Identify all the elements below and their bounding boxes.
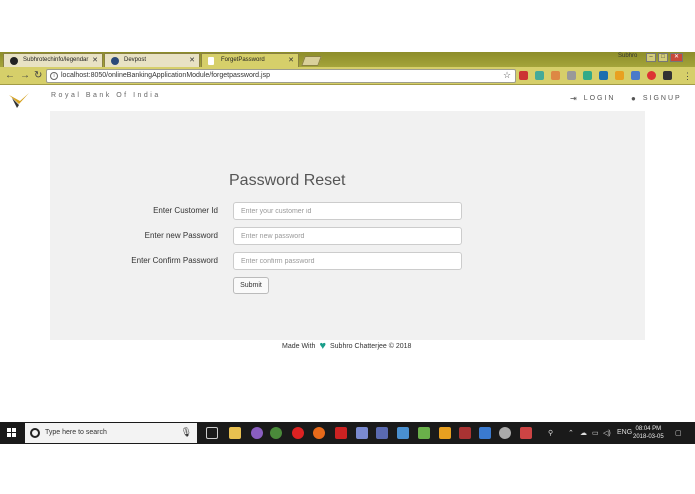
linkedin-icon[interactable]	[599, 71, 608, 80]
new-password-label: Enter new Password	[144, 231, 218, 240]
login-label: LOGIN	[583, 95, 616, 102]
tab-devpost[interactable]: Devpost ✕	[104, 53, 200, 67]
battery-icon[interactable]: ▭	[592, 429, 599, 437]
extension-icon[interactable]	[663, 71, 672, 80]
tab-label: Devpost	[124, 57, 147, 63]
new-password-input[interactable]	[233, 227, 462, 245]
extension-icon[interactable]	[631, 71, 640, 80]
screen: Subhrotechinfo/legendar ✕ Devpost ✕ Forg…	[0, 0, 695, 494]
volume-icon[interactable]: ◁)	[603, 429, 611, 437]
tab-label: Subhrotechinfo/legendar	[23, 57, 89, 63]
tab-forget-password[interactable]: ForgetPassword ✕	[201, 53, 299, 67]
submit-button[interactable]: Submit	[233, 277, 269, 294]
forward-arrow-icon[interactable]: →	[20, 69, 30, 83]
confirm-password-label: Enter Confirm Password	[131, 256, 218, 265]
firefox-icon[interactable]	[313, 427, 325, 439]
search-placeholder: Type here to search	[45, 429, 107, 436]
url-text: localhost:8050/onlineBankingApplicationM…	[61, 72, 270, 79]
extension-icon[interactable]	[551, 71, 560, 80]
close-tab-icon[interactable]: ✕	[189, 56, 195, 64]
extension-icon[interactable]	[519, 71, 528, 80]
extension-icon[interactable]	[567, 71, 576, 80]
extension-icon[interactable]	[583, 71, 592, 80]
chrome-icon[interactable]	[270, 427, 282, 439]
tab-label: ForgetPassword	[221, 57, 265, 63]
menu-icon[interactable]: ⋮	[683, 69, 692, 83]
devpost-icon	[111, 57, 119, 65]
bookmark-star-icon[interactable]: ☆	[503, 70, 511, 81]
minimize-button[interactable]: –	[646, 53, 656, 62]
language-indicator[interactable]: ENG	[617, 429, 632, 436]
system-clock[interactable]: 08:04 PM 2018-03-05	[633, 425, 664, 441]
taskbar-search[interactable]: Type here to search 🎙	[25, 423, 197, 443]
app-icon[interactable]	[376, 427, 388, 439]
people-icon[interactable]: ⚲	[548, 429, 553, 437]
user-icon: ●	[631, 94, 638, 103]
app-icon[interactable]	[520, 427, 532, 439]
new-tab-button[interactable]	[301, 56, 322, 66]
customer-id-label: Enter Customer Id	[153, 206, 218, 215]
opera-icon[interactable]	[647, 71, 656, 80]
clock-time: 08:04 PM	[635, 426, 662, 432]
login-icon: ⇥	[570, 94, 579, 103]
chevron-up-icon[interactable]: ⌃	[568, 429, 574, 437]
page-title: Password Reset	[229, 172, 346, 189]
signup-label: SIGNUP	[642, 95, 682, 102]
heart-icon: ♥	[319, 340, 326, 352]
address-bar[interactable]: i localhost:8050/onlineBankingApplicatio…	[46, 69, 516, 83]
extension-icon[interactable]	[615, 71, 624, 80]
page-icon	[208, 57, 214, 65]
github-icon	[10, 57, 18, 65]
reload-icon[interactable]: ↻	[34, 69, 42, 83]
made-with-text: Made With	[282, 343, 316, 350]
maximize-button[interactable]: □	[658, 53, 668, 62]
browser-toolbar: ← → ↻ i localhost:8050/onlineBankingAppl…	[0, 67, 695, 85]
app-icon[interactable]	[439, 427, 451, 439]
close-tab-icon[interactable]: ✕	[92, 56, 98, 64]
close-tab-icon[interactable]: ✕	[288, 56, 294, 64]
bird-logo-icon	[9, 93, 29, 108]
opera-icon[interactable]	[292, 427, 304, 439]
app-icon[interactable]	[335, 427, 347, 439]
browser-tab-strip: Subhrotechinfo/legendar ✕ Devpost ✕ Forg…	[0, 52, 695, 67]
windows-start-icon[interactable]	[7, 428, 17, 438]
brand-name: Royal Bank Of India	[51, 92, 161, 99]
confirm-password-input[interactable]	[233, 252, 462, 270]
back-arrow-icon[interactable]: ←	[5, 69, 15, 83]
info-icon[interactable]: i	[50, 72, 58, 80]
file-explorer-icon[interactable]	[229, 427, 241, 439]
microphone-icon[interactable]: 🎙	[181, 427, 192, 438]
tab-github[interactable]: Subhrotechinfo/legendar ✕	[3, 53, 103, 67]
app-icon[interactable]	[397, 427, 409, 439]
login-link[interactable]: ⇥ LOGIN	[570, 94, 616, 103]
windows-taskbar: Type here to search 🎙 ⚲ ⌃ ☁ ▭ ◁) ENG 08:…	[0, 422, 695, 444]
signup-link[interactable]: ● SIGNUP	[631, 94, 682, 103]
cortana-icon	[30, 428, 40, 438]
task-view-icon[interactable]	[206, 427, 218, 439]
app-icon[interactable]	[479, 427, 491, 439]
app-icon[interactable]	[418, 427, 430, 439]
app-icon[interactable]	[251, 427, 263, 439]
extension-icon[interactable]	[535, 71, 544, 80]
footer: Made With ♥ Subhro Chatterjee © 2018	[282, 340, 412, 352]
customer-id-input[interactable]	[233, 202, 462, 220]
window-user: Subhro	[618, 53, 638, 59]
notifications-icon[interactable]: ▢	[675, 429, 682, 437]
network-icon[interactable]: ☁	[580, 429, 587, 437]
clock-date: 2018-03-05	[633, 434, 664, 440]
app-icon[interactable]	[459, 427, 471, 439]
close-window-button[interactable]: ✕	[670, 53, 683, 62]
app-icon[interactable]	[356, 427, 368, 439]
reset-panel	[50, 111, 645, 340]
author-text: Subhro Chatterjee © 2018	[330, 343, 412, 350]
app-icon[interactable]	[499, 427, 511, 439]
